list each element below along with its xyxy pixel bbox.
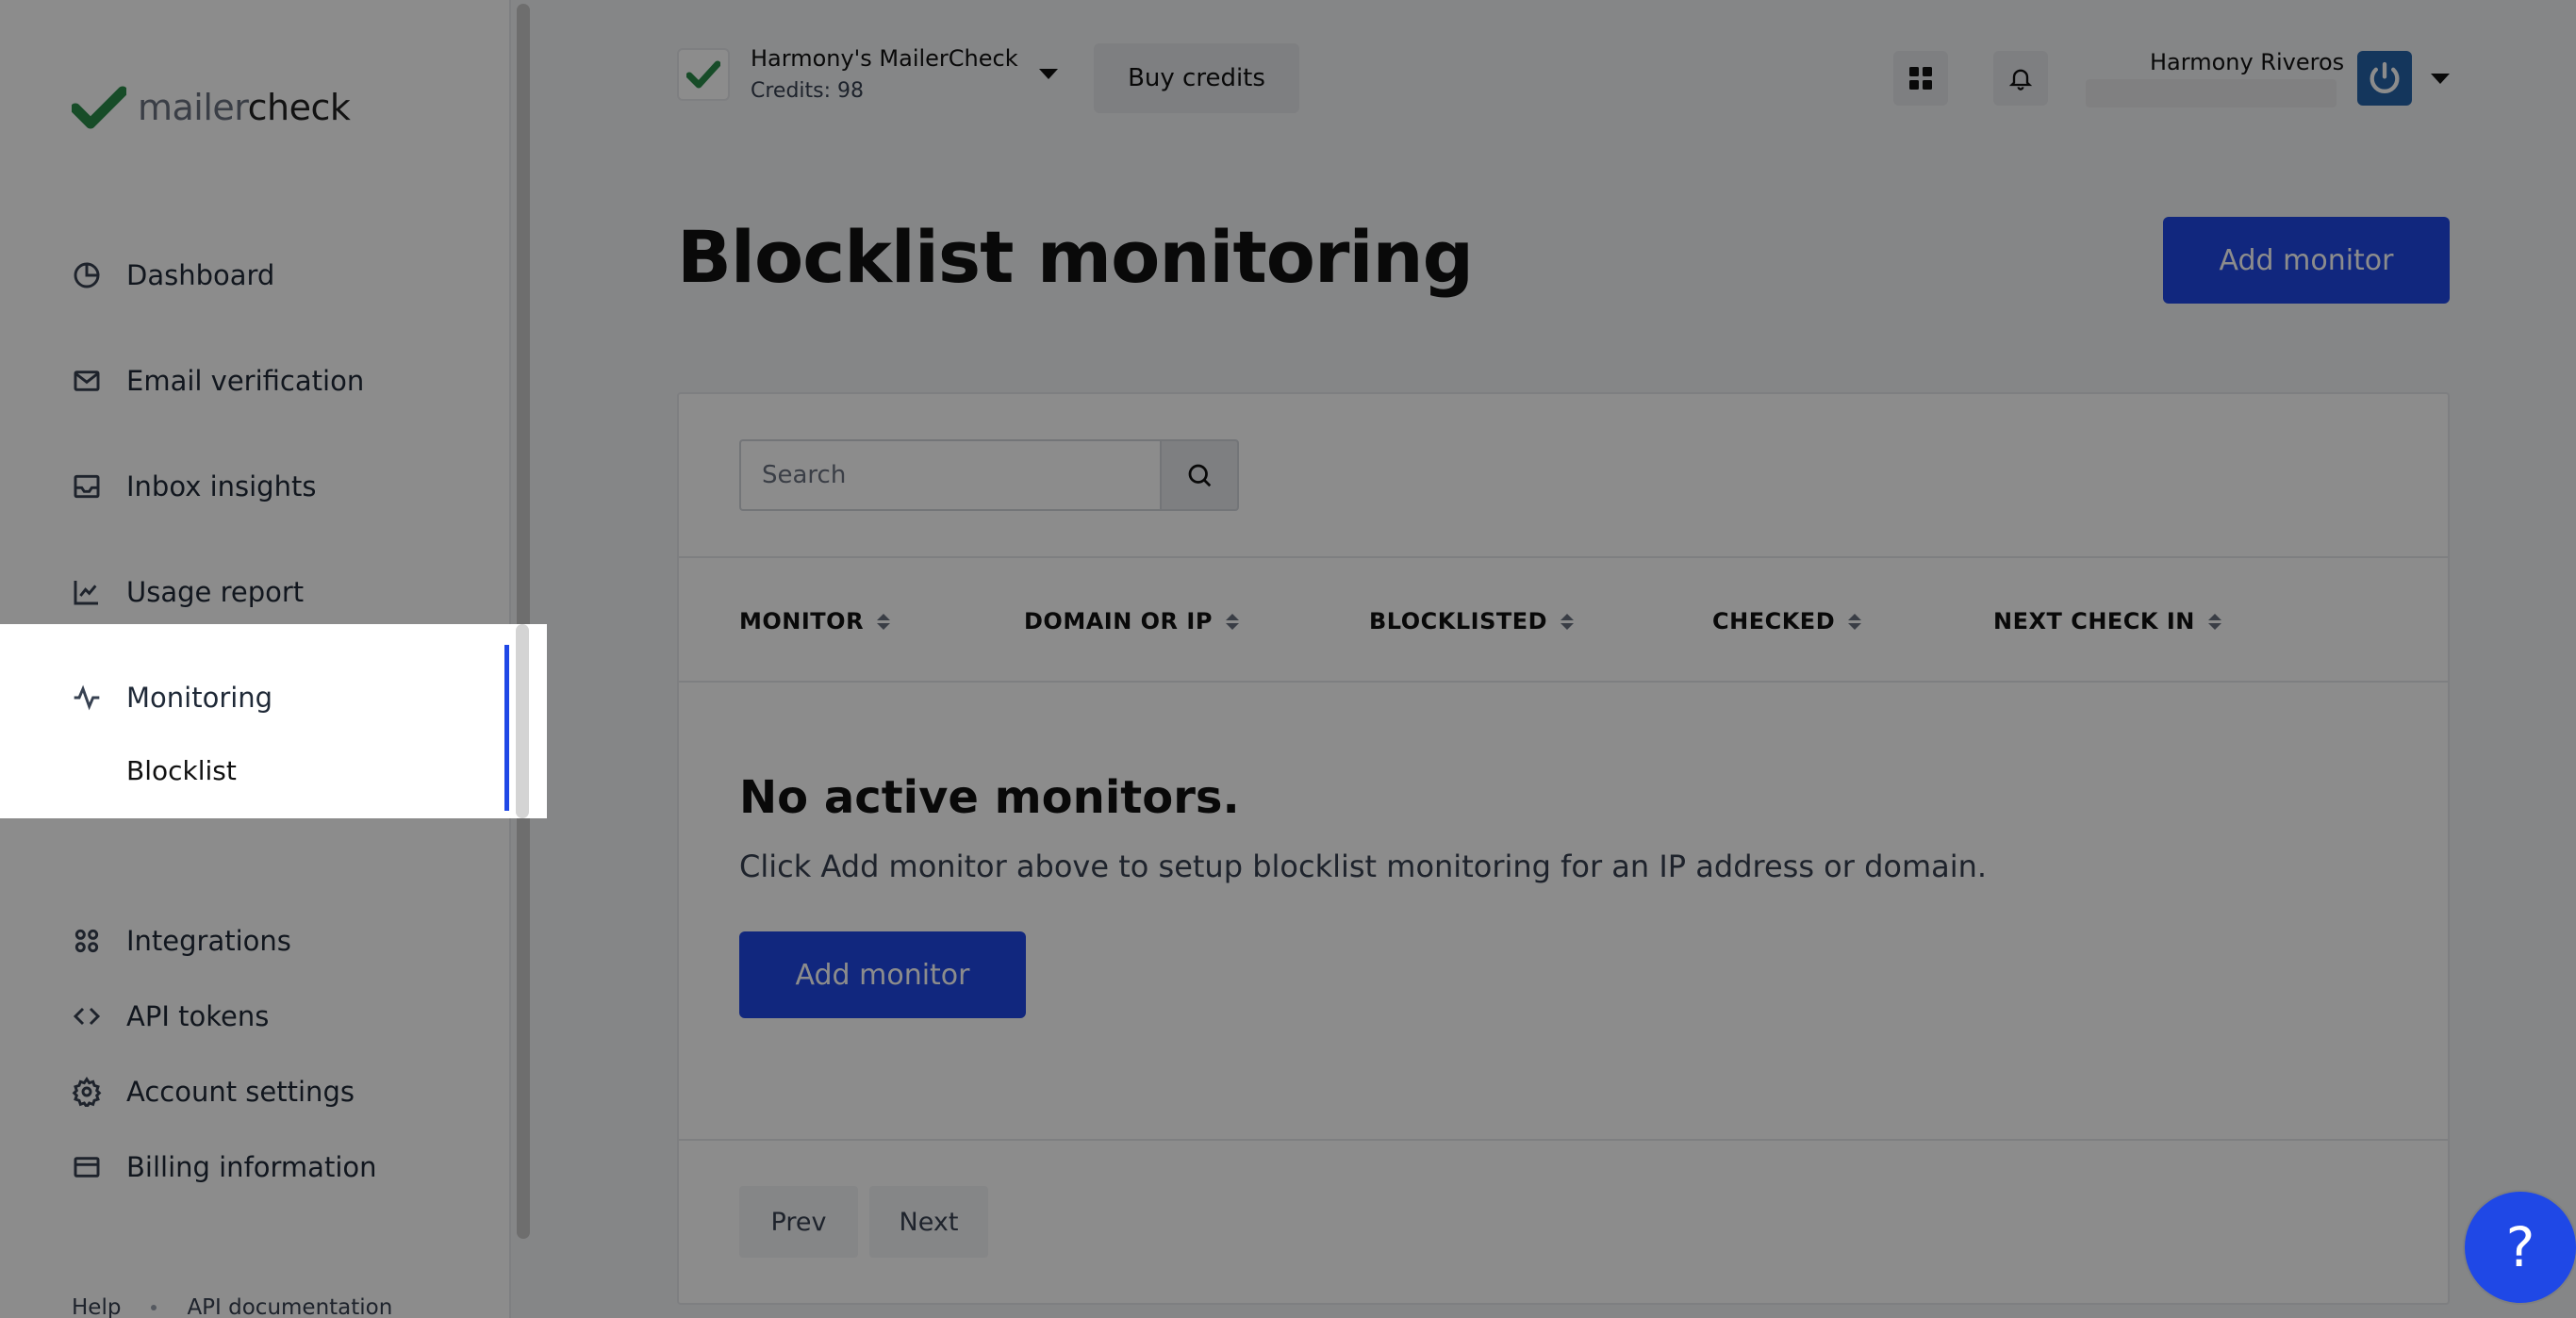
sidebar-item-label: Monitoring	[126, 682, 273, 714]
grid-circles-icon	[74, 929, 99, 953]
check-logo-icon	[72, 86, 126, 129]
separator-dot	[151, 1305, 157, 1310]
search-button[interactable]	[1160, 439, 1239, 511]
prev-page-button[interactable]: Prev	[739, 1186, 858, 1258]
credit-card-icon	[74, 1157, 100, 1178]
account-switcher[interactable]: Harmony's MailerCheck Credits: 98	[677, 45, 1058, 103]
help-link[interactable]: Help	[72, 1295, 121, 1318]
help-chat-button[interactable]: ?	[2465, 1192, 2576, 1303]
column-label: MONITOR	[739, 608, 865, 634]
api-documentation-link[interactable]: API documentation	[187, 1295, 392, 1318]
mailercheck-logo[interactable]: mailercheck	[72, 83, 351, 132]
sidebar-item-label: Integrations	[126, 925, 291, 957]
user-menu-chevron-icon[interactable]	[2431, 74, 2450, 84]
code-icon	[73, 1007, 101, 1026]
tour-spotlight: Monitoring Blocklist	[0, 624, 547, 818]
sort-icon	[1560, 613, 1575, 630]
chevron-down-icon	[1038, 69, 1058, 79]
add-monitor-button[interactable]: Add monitor	[2163, 217, 2450, 304]
mail-check-icon	[74, 371, 100, 391]
logo-wordmark: mailercheck	[138, 87, 351, 128]
sidebar-item-label: Email verification	[126, 365, 365, 397]
sidebar-item-label: API tokens	[126, 1000, 270, 1032]
apps-grid-icon	[1909, 67, 1932, 90]
pie-chart-icon	[74, 262, 100, 288]
active-indicator	[504, 645, 509, 811]
sidebar-item-monitoring[interactable]: Monitoring	[72, 671, 272, 724]
column-header-checked[interactable]: CHECKED	[1712, 558, 1862, 684]
inbox-icon	[74, 474, 100, 499]
sidebar-item-inbox-insights[interactable]: Inbox insights	[72, 460, 316, 513]
sort-icon	[2207, 613, 2221, 630]
column-header-domain-or-ip[interactable]: DOMAIN OR IP	[1024, 558, 1239, 684]
check-icon	[686, 60, 720, 88]
notifications-button[interactable]	[1993, 51, 2048, 106]
activity-icon	[74, 684, 100, 711]
column-header-monitor[interactable]: MONITOR	[739, 558, 891, 684]
power-icon	[2370, 61, 2400, 93]
sidebar-footer: Help API documentation	[72, 1295, 392, 1318]
gear-icon	[72, 1077, 102, 1107]
sidebar-item-account-settings[interactable]: Account settings	[72, 1065, 355, 1118]
bell-icon	[2008, 69, 2033, 91]
apps-button[interactable]	[1893, 51, 1948, 106]
empty-state-title: No active monitors.	[739, 771, 1240, 824]
search-bar	[739, 439, 1239, 511]
sidebar-item-label: Usage report	[126, 576, 305, 608]
sidebar-item-label: Billing information	[126, 1151, 377, 1183]
user-name: Harmony Riveros	[2150, 49, 2345, 75]
sidebar-item-billing-information[interactable]: Billing information	[72, 1141, 377, 1194]
sidebar-item-label: Account settings	[126, 1076, 355, 1108]
page-title: Blocklist monitoring	[677, 215, 1474, 299]
account-logo	[677, 47, 730, 101]
search-icon	[1188, 464, 1212, 487]
sidebar-subitem-blocklist[interactable]: Blocklist	[126, 747, 237, 794]
table-header: MONITOR DOMAIN OR IP BLOCKLISTED CHECKED…	[679, 556, 2448, 683]
next-page-button[interactable]: Next	[869, 1186, 988, 1258]
account-info: Harmony's MailerCheck Credits: 98	[751, 45, 1018, 103]
sidebar-item-integrations[interactable]: Integrations	[72, 914, 291, 967]
avatar[interactable]	[2357, 51, 2412, 106]
search-input[interactable]	[739, 439, 1160, 511]
account-name: Harmony's MailerCheck	[751, 45, 1018, 72]
sidebar-item-label: Inbox insights	[126, 470, 317, 502]
sort-icon	[1225, 613, 1239, 630]
column-header-next-check-in[interactable]: NEXT CHECK IN	[1993, 558, 2221, 684]
sort-icon	[1848, 613, 1862, 630]
sidebar-scrollbar-segment	[516, 624, 529, 818]
sort-icon	[877, 613, 891, 630]
sidebar-item-email-verification[interactable]: Email verification	[72, 354, 364, 407]
user-email-placeholder	[2086, 79, 2337, 107]
column-label: NEXT CHECK IN	[1993, 608, 2195, 634]
add-monitor-empty-button[interactable]: Add monitor	[739, 931, 1026, 1018]
sidebar-item-usage-report[interactable]: Usage report	[72, 566, 304, 618]
buy-credits-button[interactable]: Buy credits	[1094, 43, 1299, 113]
column-header-blocklisted[interactable]: BLOCKLISTED	[1369, 558, 1575, 684]
sidebar-item-api-tokens[interactable]: API tokens	[72, 990, 269, 1043]
sidebar-item-dashboard[interactable]: Dashboard	[72, 249, 274, 302]
line-chart-icon	[74, 581, 98, 605]
sidebar-item-label: Dashboard	[126, 259, 275, 291]
pagination: Prev Next	[679, 1139, 2448, 1305]
column-label: DOMAIN OR IP	[1024, 608, 1213, 634]
sidebar-scrollbar[interactable]	[517, 4, 530, 1239]
monitors-card: MONITOR DOMAIN OR IP BLOCKLISTED CHECKED…	[677, 392, 2450, 1305]
column-label: CHECKED	[1712, 608, 1836, 634]
credits-count: Credits: 98	[751, 79, 865, 103]
column-label: BLOCKLISTED	[1369, 608, 1548, 634]
empty-state-description: Click Add monitor above to setup blockli…	[739, 848, 1988, 884]
